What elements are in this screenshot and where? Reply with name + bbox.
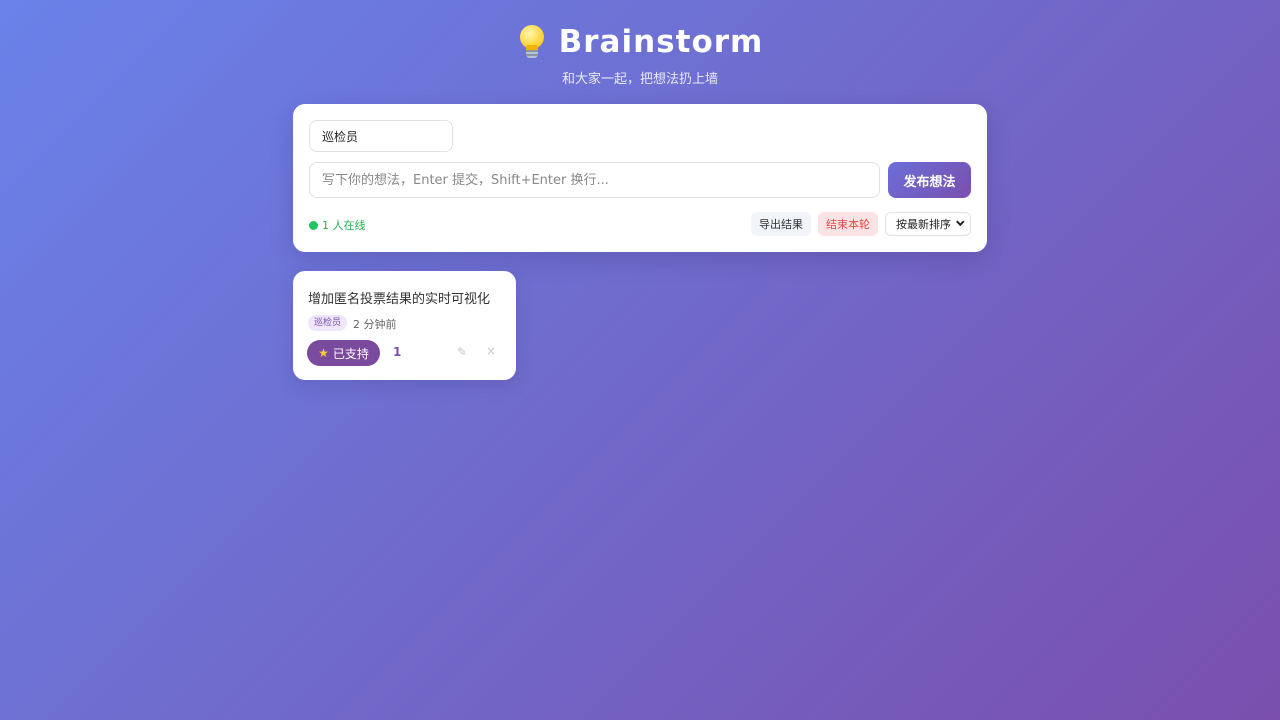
chevron-down-icon (956, 217, 965, 227)
idea-composer: 发布想法 1 人在线 导出结果 结束本轮 按最新排序 (293, 104, 987, 252)
end-round-button[interactable]: 结束本轮 (818, 212, 878, 236)
publish-button[interactable]: 发布想法 (888, 162, 971, 198)
lightbulb-icon (517, 25, 547, 59)
online-count: 1 人在线 (322, 219, 366, 232)
edit-icon[interactable]: ✎ (457, 345, 467, 359)
support-button[interactable]: ★ 已支持 (307, 340, 380, 366)
online-dot-icon (309, 220, 318, 230)
delete-icon[interactable]: × (486, 344, 496, 358)
sort-select[interactable]: 按最新排序 (885, 212, 971, 236)
name-input[interactable] (309, 120, 453, 152)
online-status: 1 人在线 (309, 217, 366, 233)
support-label: 已支持 (332, 346, 369, 361)
idea-text: 增加匿名投票结果的实时可视化 (308, 292, 491, 307)
author-badge: 巡检员 (308, 315, 348, 331)
app-subtitle: 和大家一起，把想法扔上墙 (561, 72, 718, 87)
sort-selected-value: 按最新排序 (896, 218, 951, 231)
idea-card: 增加匿名投票结果的实时可视化 巡检员 2 分钟前 ★ 已支持 1 ✎ × (293, 271, 516, 380)
vote-count: 1 (393, 345, 402, 359)
idea-input[interactable] (309, 162, 880, 198)
app-title: Brainstorm (558, 24, 764, 60)
time-ago: 2 分钟前 (353, 318, 397, 331)
header: Brainstorm 和大家一起，把想法扔上墙 (0, 22, 1280, 87)
export-button[interactable]: 导出结果 (751, 212, 811, 236)
star-icon: ★ (318, 346, 329, 360)
title-row: Brainstorm (0, 22, 1280, 62)
